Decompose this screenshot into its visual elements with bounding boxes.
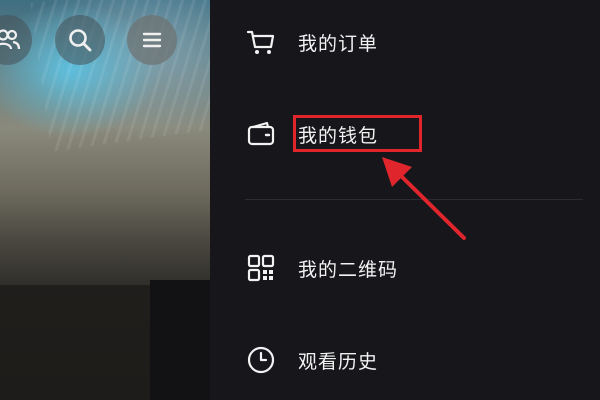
qr-code-icon — [245, 252, 277, 284]
menu-item-label: 我的订单 — [298, 32, 379, 55]
search-icon — [69, 29, 92, 52]
menu-item-watch-history[interactable]: 观看历史 — [245, 340, 575, 380]
shopping-cart-icon — [245, 26, 277, 58]
clock-icon — [245, 344, 277, 376]
search-button[interactable] — [55, 15, 105, 65]
background-streaks — [30, 0, 210, 152]
menu-icon — [142, 32, 162, 48]
menu-item-label: 观看历史 — [298, 350, 379, 373]
red-arrow-annotation — [382, 157, 466, 240]
menu-button[interactable] — [127, 15, 177, 65]
background-lower-shade-right — [150, 280, 210, 400]
menu-item-label: 我的二维码 — [298, 258, 399, 281]
menu-item-my-qr-code[interactable]: 我的二维码 — [245, 248, 575, 288]
menu-item-my-orders[interactable]: 我的订单 — [245, 22, 575, 62]
people-icon — [0, 29, 21, 50]
wallet-icon — [245, 118, 277, 150]
background-content-panel — [0, 0, 210, 400]
people-button[interactable] — [0, 15, 32, 65]
